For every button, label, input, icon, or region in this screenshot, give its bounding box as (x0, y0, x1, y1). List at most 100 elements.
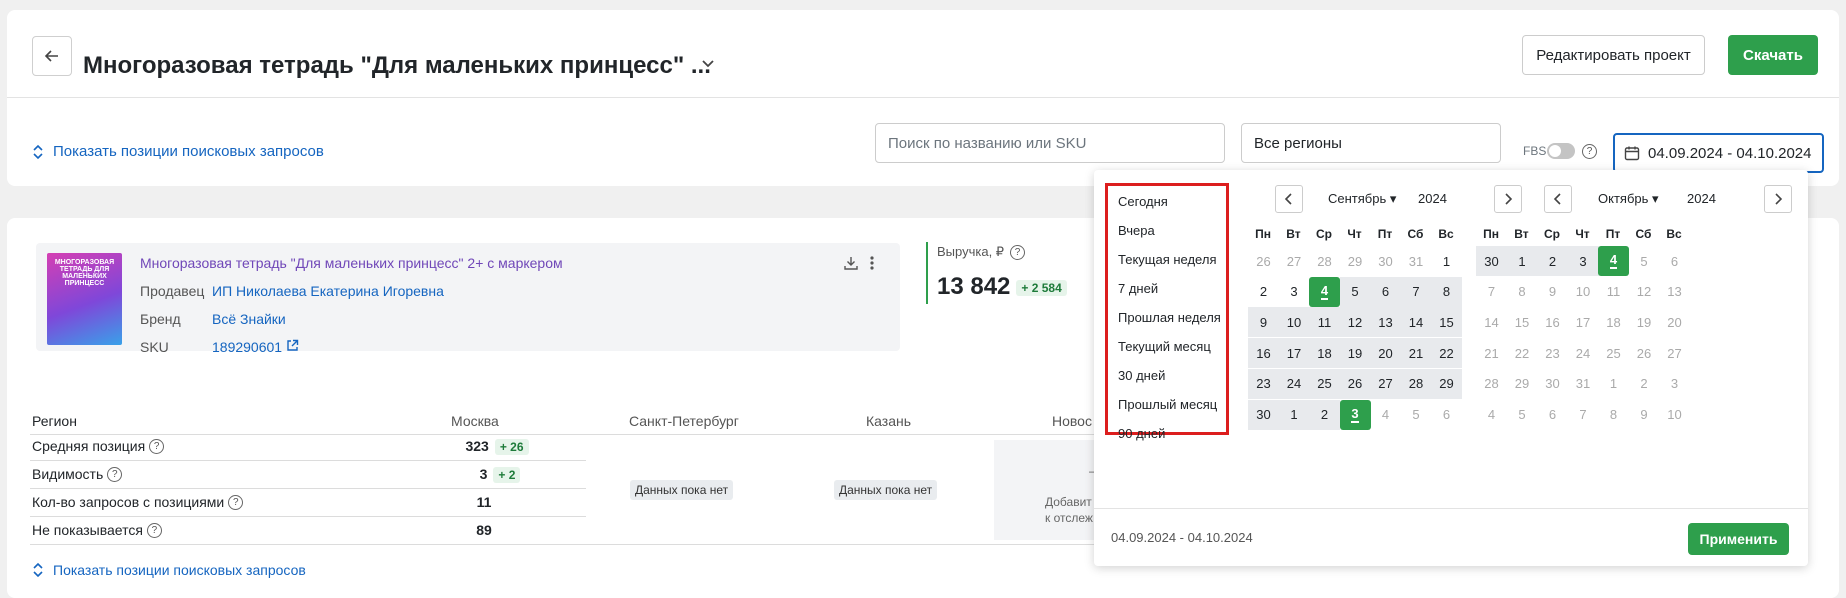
calendar-day[interactable]: 15 (1507, 307, 1538, 337)
calendar-day[interactable]: 18 (1309, 338, 1340, 369)
calendar-day[interactable]: 30 (1537, 369, 1568, 399)
preset-item[interactable]: Текущий месяц (1118, 339, 1211, 354)
calendar-day[interactable]: 30 (1370, 246, 1401, 276)
preset-item[interactable]: 7 дней (1118, 281, 1158, 296)
calendar-day[interactable]: 9 (1629, 400, 1660, 430)
help-icon[interactable]: ? (228, 494, 244, 510)
next-month-button[interactable] (1494, 185, 1522, 213)
calendar-day[interactable]: 6 (1537, 400, 1568, 430)
calendar-day[interactable]: 7 (1400, 276, 1432, 307)
chevron-down-icon[interactable] (701, 56, 715, 70)
show-positions-link[interactable]: Показать позиции поисковых запросов (32, 143, 324, 160)
year-label[interactable]: 2024 (1687, 191, 1716, 206)
calendar-day[interactable]: 28 (1476, 369, 1507, 399)
calendar-day[interactable]: 21 (1400, 338, 1432, 369)
calendar-day[interactable]: 5 (1507, 400, 1538, 430)
help-icon[interactable]: ? (1582, 144, 1597, 159)
calendar-day[interactable]: 2 (1629, 369, 1660, 399)
calendar-day[interactable]: 23 (1537, 338, 1568, 368)
calendar-day[interactable]: 14 (1400, 307, 1432, 338)
calendar-day[interactable]: 3 (1659, 369, 1690, 399)
calendar-day[interactable]: 4 (1370, 400, 1401, 430)
calendar-day[interactable]: 11 (1598, 277, 1629, 307)
preset-item[interactable]: Прошлая неделя (1118, 310, 1221, 325)
download-button[interactable]: Скачать (1728, 35, 1818, 75)
calendar-day[interactable]: 1 (1598, 369, 1629, 399)
calendar-day[interactable]: 2 (1248, 277, 1279, 307)
calendar-day[interactable]: 4 (1598, 246, 1629, 276)
calendar-day[interactable]: 22 (1431, 338, 1462, 369)
calendar-day[interactable]: 12 (1339, 307, 1371, 338)
preset-item[interactable]: 30 дней (1118, 368, 1165, 383)
brand-link[interactable]: Всё Знайки (212, 311, 286, 327)
calendar-day[interactable]: 2 (1309, 399, 1340, 430)
calendar-day[interactable]: 16 (1248, 338, 1279, 369)
calendar-day[interactable]: 30 (1476, 246, 1507, 276)
calendar-day[interactable]: 22 (1507, 338, 1538, 368)
calendar-day[interactable]: 14 (1476, 307, 1507, 337)
calendar-day[interactable]: 27 (1659, 338, 1690, 368)
calendar-day[interactable]: 12 (1629, 277, 1660, 307)
calendar-day[interactable]: 1 (1278, 399, 1310, 430)
calendar-day[interactable]: 5 (1401, 400, 1432, 430)
more-vertical-icon[interactable] (869, 255, 875, 271)
prev-month-button[interactable] (1275, 185, 1303, 213)
calendar-day[interactable]: 27 (1279, 246, 1310, 276)
help-icon[interactable]: ? (149, 438, 165, 454)
calendar-day[interactable]: 3 (1339, 399, 1371, 430)
help-icon[interactable]: ? (146, 522, 162, 538)
calendar-day[interactable]: 15 (1431, 307, 1462, 338)
calendar-day[interactable]: 10 (1568, 277, 1599, 307)
preset-item[interactable]: Вчера (1118, 223, 1155, 238)
calendar-day[interactable]: 8 (1507, 277, 1538, 307)
calendar-day[interactable]: 28 (1400, 368, 1432, 399)
calendar-day[interactable]: 6 (1370, 276, 1401, 307)
calendar-day[interactable]: 16 (1537, 307, 1568, 337)
calendar-day[interactable]: 26 (1629, 338, 1660, 368)
edit-project-button[interactable]: Редактировать проект (1522, 35, 1705, 75)
calendar-day[interactable]: 20 (1659, 307, 1690, 337)
search-input[interactable]: Поиск по названию или SKU (875, 123, 1225, 163)
calendar-day[interactable]: 29 (1507, 369, 1538, 399)
calendar-day[interactable]: 26 (1248, 246, 1279, 276)
seller-link[interactable]: ИП Николаева Екатерина Игоревна (212, 283, 444, 299)
calendar-day[interactable]: 10 (1659, 400, 1690, 430)
calendar-day[interactable]: 7 (1568, 400, 1599, 430)
year-label[interactable]: 2024 (1418, 191, 1447, 206)
date-range-input[interactable]: 04.09.2024 - 04.10.2024 (1613, 133, 1824, 173)
region-select[interactable]: Все регионы (1241, 123, 1501, 163)
calendar-day[interactable]: 30 (1248, 399, 1279, 430)
calendar-day[interactable]: 4 (1309, 276, 1340, 307)
calendar-day[interactable]: 13 (1659, 277, 1690, 307)
calendar-day[interactable]: 19 (1339, 338, 1371, 369)
calendar-day[interactable]: 21 (1476, 338, 1507, 368)
calendar-day[interactable]: 31 (1568, 369, 1599, 399)
calendar-day[interactable]: 17 (1278, 338, 1310, 369)
calendar-day[interactable]: 11 (1309, 307, 1340, 338)
month-select[interactable]: Октябрь ▾ (1598, 191, 1659, 207)
calendar-day[interactable]: 26 (1339, 368, 1371, 399)
calendar-day[interactable]: 5 (1629, 246, 1660, 276)
product-name-link[interactable]: Многоразовая тетрадь "Для маленьких прин… (140, 255, 563, 271)
sku-link[interactable]: 189290601 (212, 339, 299, 355)
calendar-day[interactable]: 6 (1431, 400, 1462, 430)
calendar-day[interactable]: 19 (1629, 307, 1660, 337)
calendar-day[interactable]: 10 (1278, 307, 1310, 338)
help-icon[interactable]: ? (107, 466, 123, 482)
fbs-toggle[interactable] (1547, 143, 1575, 159)
calendar-day[interactable]: 28 (1309, 246, 1340, 276)
calendar-day[interactable]: 5 (1339, 276, 1371, 307)
show-positions-link[interactable]: Показать позиции поисковых запросов (32, 562, 306, 578)
calendar-day[interactable]: 17 (1568, 307, 1599, 337)
calendar-day[interactable]: 24 (1278, 368, 1310, 399)
back-button[interactable] (32, 36, 72, 76)
calendar-day[interactable]: 2 (1537, 246, 1568, 276)
product-image[interactable]: МНОГОРАЗОВАЯ ТЕТРАДЬ ДЛЯ МАЛЕНЬКИХ ПРИНЦ… (47, 253, 122, 345)
preset-item[interactable]: Сегодня (1118, 194, 1168, 209)
calendar-day[interactable]: 18 (1598, 307, 1629, 337)
calendar-day[interactable]: 24 (1568, 338, 1599, 368)
calendar-day[interactable]: 8 (1431, 276, 1462, 307)
calendar-day[interactable]: 20 (1370, 338, 1401, 369)
calendar-day[interactable]: 25 (1598, 338, 1629, 368)
preset-item[interactable]: Текущая неделя (1118, 252, 1216, 267)
